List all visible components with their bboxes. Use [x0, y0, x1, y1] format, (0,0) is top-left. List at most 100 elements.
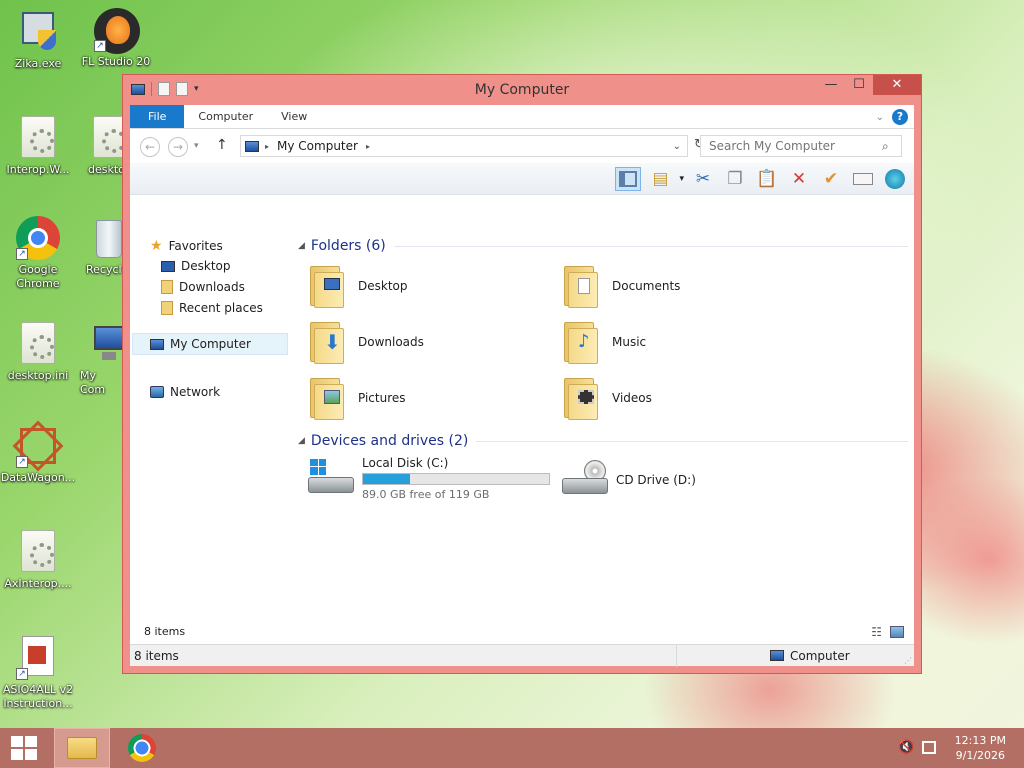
details-view-icon[interactable]: ☷: [871, 625, 882, 639]
network-tray-icon[interactable]: [922, 741, 936, 754]
status-bar: 8 items Computer ⋰: [130, 644, 914, 667]
checklist-icon: ▤: [652, 169, 669, 189]
datawagon-icon: ↗: [12, 420, 64, 472]
confirm-button[interactable]: ✔: [818, 167, 844, 191]
chrome-icon: [128, 734, 156, 762]
drive-cd[interactable]: CD Drive (D:): [562, 460, 696, 500]
disk-usage-bar: [362, 473, 550, 485]
recent-locations-icon[interactable]: ▾: [194, 141, 199, 151]
group-divider: [476, 440, 908, 442]
installer-icon: [16, 10, 60, 54]
preview-pane-button[interactable]: [615, 167, 642, 191]
desktop-icon-zika[interactable]: Zika.exe: [0, 10, 76, 71]
recycle-bin-icon: [92, 216, 122, 260]
nav-favorites[interactable]: ★ Favorites: [150, 238, 223, 254]
collapse-caret-icon[interactable]: ◢: [298, 241, 305, 251]
address-bar[interactable]: ▸ My Computer ▸ ⌄: [240, 135, 688, 157]
documents-folder-icon: [562, 264, 602, 308]
desktop-icon-desktop-file[interactable]: deskto: [78, 116, 122, 177]
computer-icon: [92, 322, 122, 366]
group-devices[interactable]: ◢ Devices and drives (2): [298, 433, 908, 449]
shell-icon: [885, 169, 905, 189]
shortcut-arrow-icon: ↗: [94, 40, 106, 52]
dll-file-icon: [21, 116, 55, 158]
desktop-icon-interop[interactable]: Interop.W...: [0, 116, 76, 177]
desktop-icon-asio4all[interactable]: ↗ ASIO4ALL v2 Instruction...: [0, 636, 76, 711]
desktop-icon-fl-studio[interactable]: ↗ FL Studio 20: [78, 8, 154, 69]
desktop-icon-my-computer[interactable]: My Com: [78, 322, 122, 397]
desktop-icon-axinterop[interactable]: AxInterop....: [0, 530, 76, 591]
desktop-icon-recycle-bin[interactable]: Recycl: [78, 216, 122, 277]
clock-date: 9/1/2026: [955, 749, 1006, 762]
delete-icon: ✕: [791, 169, 807, 189]
nav-desktop[interactable]: Desktop: [161, 259, 231, 273]
drive-name: Local Disk (C:): [362, 456, 449, 470]
shell-button[interactable]: [882, 167, 908, 191]
rename-button[interactable]: [850, 167, 876, 191]
status-item-count: 8 items: [134, 649, 179, 663]
address-dropdown-icon[interactable]: ⌄: [673, 141, 681, 152]
start-button[interactable]: [0, 728, 48, 768]
network-icon: [150, 386, 164, 398]
breadcrumb-arrow-icon[interactable]: ▸: [366, 142, 370, 151]
forward-button[interactable]: →: [168, 137, 188, 157]
title-bar[interactable]: ▾ My Computer — ☐ ✕: [123, 75, 921, 105]
folder-desktop[interactable]: Desktop: [308, 264, 408, 308]
dropdown-icon[interactable]: ▾: [679, 174, 684, 184]
group-folders[interactable]: ◢ Folders (6): [298, 238, 908, 254]
navigation-pane: ★ Favorites Desktop Downloads Recent pla…: [130, 226, 290, 621]
rename-icon: [853, 173, 873, 185]
minimize-button[interactable]: —: [817, 75, 845, 95]
volume-muted-icon[interactable]: 🔇: [898, 740, 914, 755]
desktop-icon-label: My Com: [80, 369, 106, 396]
nav-recent-places[interactable]: Recent places: [161, 301, 263, 315]
search-input[interactable]: [700, 135, 902, 157]
up-button[interactable]: ↑: [216, 137, 228, 153]
taskbar-file-explorer[interactable]: [54, 728, 110, 768]
delete-button[interactable]: ✕: [786, 167, 812, 191]
command-toolbar: ▤ ▾ ✂ ❐ 📋 ✕ ✔: [130, 163, 914, 195]
folder-music[interactable]: ♪ Music: [562, 320, 646, 364]
clock[interactable]: 12:13 PM 9/1/2026: [955, 733, 1006, 763]
folder-downloads[interactable]: ⬇ Downloads: [308, 320, 424, 364]
drive-local-disk[interactable]: Local Disk (C:) 89.0 GB free of 119 GB: [308, 456, 550, 501]
close-button[interactable]: ✕: [873, 75, 921, 95]
nav-network[interactable]: Network: [150, 385, 220, 399]
breadcrumb-arrow-icon[interactable]: ▸: [265, 142, 269, 151]
maximize-button[interactable]: ☐: [845, 75, 873, 95]
group-title: Folders (6): [310, 238, 386, 254]
nav-downloads[interactable]: Downloads: [161, 280, 245, 294]
collapse-caret-icon[interactable]: ◢: [298, 436, 305, 446]
expand-ribbon-icon[interactable]: ⌄: [876, 112, 884, 123]
folder-videos[interactable]: Videos: [562, 376, 652, 420]
tab-computer[interactable]: Computer: [184, 105, 267, 128]
select-button[interactable]: ▤: [647, 167, 673, 191]
resize-grip-icon[interactable]: ⋰: [904, 656, 912, 665]
explorer-window[interactable]: ▾ My Computer — ☐ ✕ File Computer View ⌄…: [122, 74, 922, 674]
desktop-icon-label: FL Studio 20: [81, 55, 151, 68]
desktop-icon-label: DataWagon...: [0, 471, 76, 484]
folder-pictures[interactable]: Pictures: [308, 376, 406, 420]
back-button[interactable]: ←: [140, 137, 160, 157]
desktop-icon-chrome[interactable]: ↗ Google Chrome: [0, 216, 76, 291]
pane-layout-icon: [619, 171, 638, 187]
breadcrumb[interactable]: My Computer: [277, 139, 358, 153]
help-icon[interactable]: ?: [892, 109, 908, 125]
paste-button[interactable]: 📋: [754, 167, 780, 191]
search-icon[interactable]: ⌕: [882, 139, 889, 154]
cut-button[interactable]: ✂: [690, 167, 716, 191]
tab-file[interactable]: File: [130, 105, 185, 128]
desktop-icon-desktop-ini[interactable]: desktop.ini: [0, 322, 76, 383]
tab-view[interactable]: View: [267, 105, 321, 128]
folder-documents[interactable]: Documents: [562, 264, 680, 308]
recent-places-icon: [161, 301, 173, 315]
pdf-file-icon: ↗: [16, 636, 60, 680]
copy-button[interactable]: ❐: [722, 167, 748, 191]
taskbar-chrome[interactable]: [116, 728, 168, 768]
nav-my-computer[interactable]: My Computer: [132, 333, 288, 355]
window-controls: — ☐ ✕: [817, 75, 921, 95]
desktop-icon-datawagon[interactable]: ↗ DataWagon...: [0, 420, 76, 485]
large-icons-view-icon[interactable]: [890, 626, 904, 638]
shortcut-arrow-icon: ↗: [16, 668, 28, 680]
drive-name: CD Drive (D:): [616, 473, 696, 487]
